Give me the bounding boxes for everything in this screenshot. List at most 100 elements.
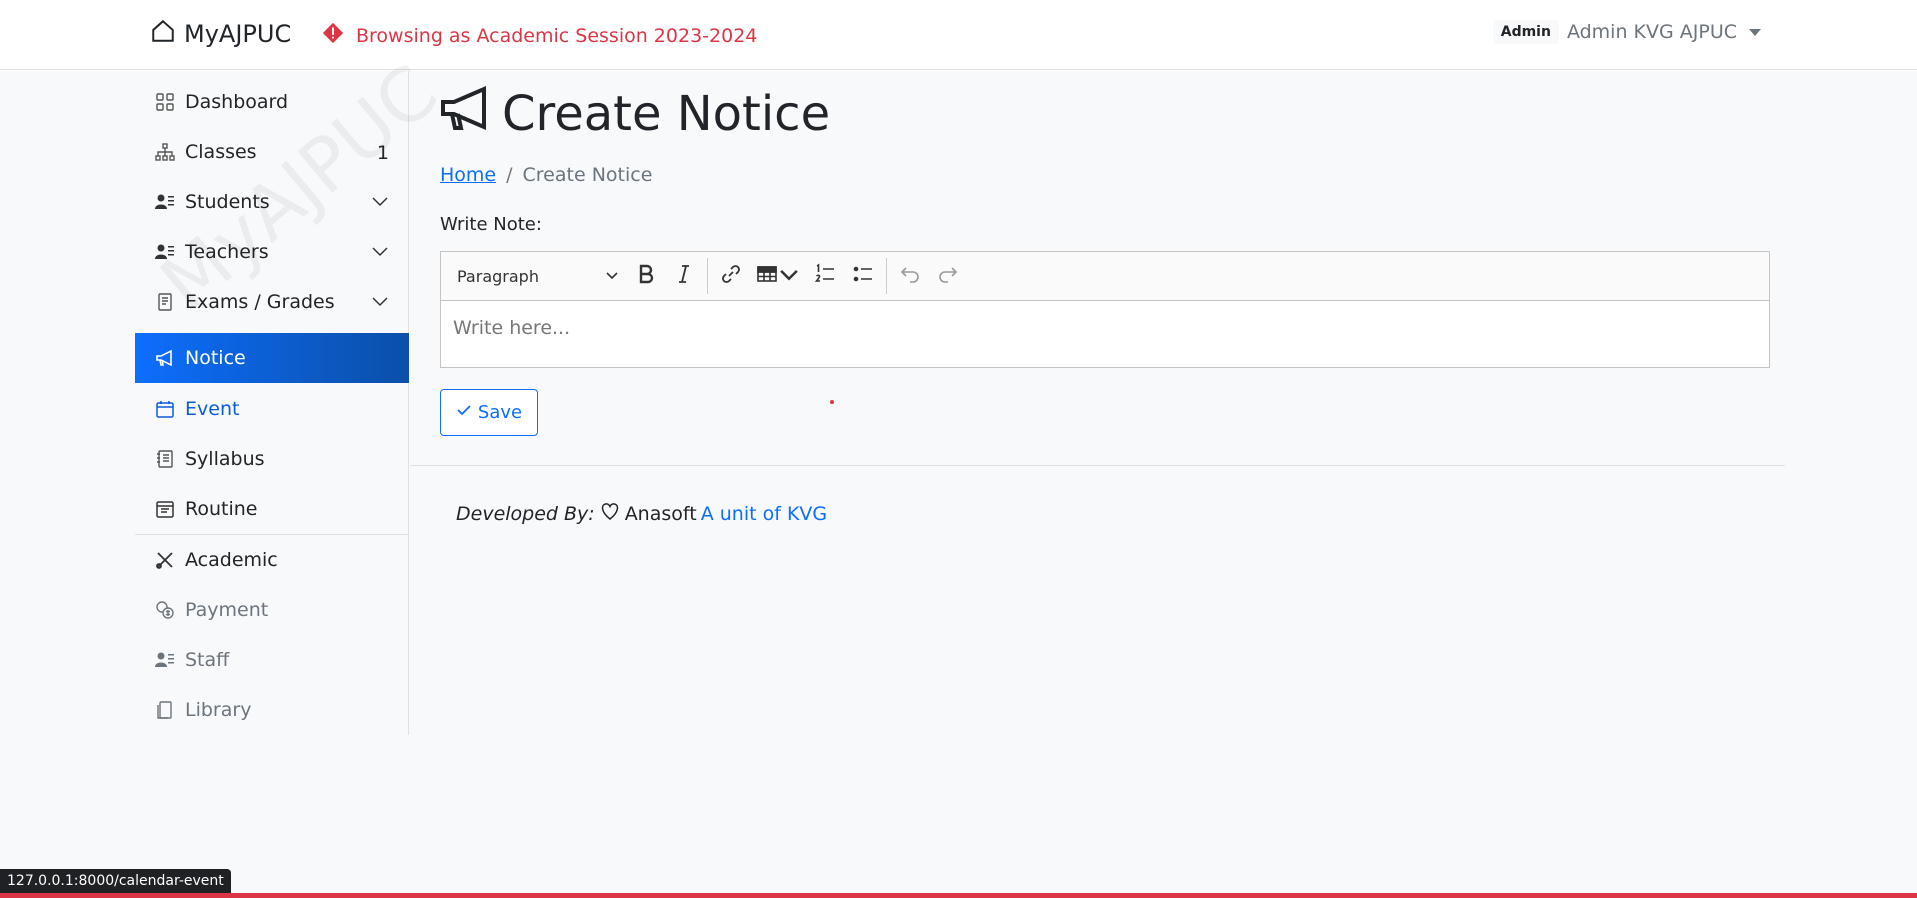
grid-icon xyxy=(155,92,175,112)
sidebar-item-label: Exams / Grades xyxy=(185,291,335,313)
editor-toolbar: Paragraph xyxy=(441,252,1769,301)
bulleted-list-icon xyxy=(852,263,874,289)
sidebar-item-academic[interactable]: Academic xyxy=(135,535,409,585)
italic-button[interactable] xyxy=(665,259,703,293)
coin-icon xyxy=(155,600,175,620)
classes-count-badge: 1 xyxy=(376,142,389,164)
paragraph-format-select[interactable]: Paragraph xyxy=(453,260,623,292)
sidebar-item-label: Routine xyxy=(185,498,258,520)
sidebar-item-classes[interactable]: Classes 1 xyxy=(135,127,409,177)
tools-icon xyxy=(155,550,175,570)
sidebar-item-students[interactable]: Students xyxy=(135,177,409,227)
sidebar-item-syllabus[interactable]: Syllabus xyxy=(135,434,409,484)
breadcrumb-separator: / xyxy=(506,164,513,186)
brand-link[interactable]: MyAJPUC xyxy=(150,18,291,50)
chevron-down-icon xyxy=(371,192,389,215)
rich-text-editor: Paragraph Write here... xyxy=(440,251,1770,368)
role-badge: Admin xyxy=(1492,20,1559,44)
sidebar-item-staff[interactable]: Staff xyxy=(135,635,409,685)
sidebar-item-teachers[interactable]: Teachers xyxy=(135,227,409,277)
developed-by-text: Developed By: xyxy=(456,502,595,525)
user-menu[interactable]: Admin Admin KVG AJPUC xyxy=(1492,20,1761,44)
file-text-icon xyxy=(155,292,175,312)
undo-icon xyxy=(899,263,921,289)
sidebar-item-routine[interactable]: Routine xyxy=(135,484,409,534)
person-lines-icon xyxy=(155,650,175,670)
link-icon xyxy=(720,263,742,289)
person-lines-icon xyxy=(155,192,175,212)
sidebar-item-dashboard[interactable]: Dashboard xyxy=(135,77,409,127)
sidebar-item-label: Teachers xyxy=(185,241,269,263)
editor-content-area[interactable]: Write here... xyxy=(441,301,1769,367)
paragraph-format-value: Paragraph xyxy=(457,266,539,286)
numbered-list-button[interactable] xyxy=(806,259,844,293)
page-title-text: Create Notice xyxy=(502,86,831,142)
sidebar-item-label: Library xyxy=(185,699,252,721)
breadcrumb-home-link[interactable]: Home xyxy=(440,164,496,186)
write-note-label: Write Note: xyxy=(440,214,542,235)
sidebar-item-label: Classes xyxy=(185,141,257,163)
brand-name: MyAJPUC xyxy=(184,20,292,48)
link-button[interactable] xyxy=(712,259,750,293)
megaphone-icon xyxy=(440,84,492,144)
redo-button[interactable] xyxy=(929,259,967,293)
toolbar-separator xyxy=(707,258,708,294)
red-dot-marker xyxy=(830,400,834,404)
sidebar-item-label: Payment xyxy=(185,599,269,621)
sidebar-item-label: Dashboard xyxy=(185,91,289,113)
numbered-list-icon xyxy=(814,263,836,289)
kvg-link[interactable]: A unit of KVG xyxy=(701,503,827,525)
sidebar-item-event[interactable]: Event xyxy=(135,384,409,434)
sidebar-item-label: Academic xyxy=(185,549,278,571)
chevron-down-icon xyxy=(778,263,800,289)
undo-button[interactable] xyxy=(891,259,929,293)
chevron-down-icon xyxy=(371,242,389,265)
sidebar-item-label: Notice xyxy=(185,347,246,369)
content-divider xyxy=(410,465,1785,466)
journal-icon xyxy=(155,449,175,469)
calendar-icon xyxy=(155,399,175,419)
calendar-grid-icon xyxy=(155,499,175,519)
sidebar-item-label: Staff xyxy=(185,649,230,671)
check-icon xyxy=(456,402,472,423)
editor-placeholder: Write here... xyxy=(453,317,571,339)
toolbar-separator xyxy=(886,258,887,294)
sidebar-item-notice[interactable]: Notice xyxy=(135,333,409,383)
top-navbar: MyAJPUC Browsing as Academic Session 202… xyxy=(0,0,1917,70)
books-icon xyxy=(155,700,175,720)
save-button[interactable]: Save xyxy=(440,389,538,436)
bold-button[interactable] xyxy=(627,259,665,293)
user-name: Admin KVG AJPUC xyxy=(1566,21,1737,43)
sidebar-item-label: Students xyxy=(185,191,270,213)
breadcrumb-current: Create Notice xyxy=(522,164,653,186)
exclamation-diamond-icon xyxy=(322,22,344,49)
table-icon xyxy=(756,263,778,289)
bottom-progress-line xyxy=(0,893,1917,898)
status-bar-url: 127.0.0.1:8000/calendar-event xyxy=(0,869,231,895)
sidebar-item-label: Syllabus xyxy=(185,448,265,470)
sidebar-item-library[interactable]: Library xyxy=(135,685,409,735)
megaphone-icon xyxy=(155,348,175,368)
person-lines-icon xyxy=(155,242,175,262)
insert-table-button[interactable] xyxy=(750,259,806,293)
sidebar-item-exams-grades[interactable]: Exams / Grades xyxy=(135,277,409,327)
footer: Developed By: Anasoft A unit of KVG xyxy=(456,500,827,527)
sidebar-item-label: Event xyxy=(185,398,240,420)
session-text: Browsing as Academic Session 2023-2024 xyxy=(356,24,758,47)
bold-icon xyxy=(635,263,657,289)
house-icon xyxy=(150,18,176,50)
breadcrumb: Home / Create Notice xyxy=(440,164,652,186)
heart-icon xyxy=(599,500,621,527)
italic-icon xyxy=(673,263,695,289)
page-title: Create Notice xyxy=(440,84,830,144)
bulleted-list-button[interactable] xyxy=(844,259,882,293)
caret-down-icon xyxy=(1749,28,1761,36)
redo-icon xyxy=(937,263,959,289)
chevron-down-icon xyxy=(605,267,619,286)
sidebar-item-payment[interactable]: Payment xyxy=(135,585,409,635)
company-name: Anasoft xyxy=(624,502,697,525)
save-button-label: Save xyxy=(477,402,523,423)
sidebar: MyAJPUC Dashboard Classes 1 Students Tea… xyxy=(135,49,453,735)
session-notice: Browsing as Academic Session 2023-2024 xyxy=(322,22,757,49)
chevron-down-icon xyxy=(371,292,389,315)
